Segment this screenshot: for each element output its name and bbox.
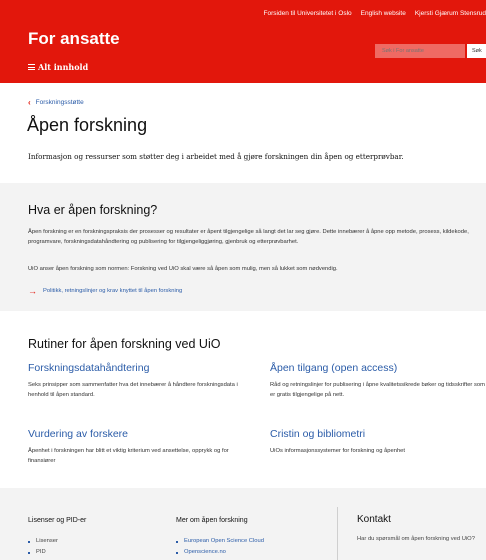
section-paragraph: Åpen forskning er en forskningspraksis d… [28,229,469,245]
list-item[interactable]: Openscience.no [176,547,264,558]
list-item[interactable]: European Open Science Cloud [176,536,264,547]
section-heading-routines: Rutiner for åpen forskning ved UiO [28,337,221,351]
search-button[interactable]: Søk [467,44,486,58]
page-intro: Informasjon og ressurser som støtter deg… [28,152,404,161]
hamburger-icon [28,64,35,71]
bullet-icon [28,540,30,543]
footer-col-heading: Mer om åpen forskning [176,517,248,524]
breadcrumb-link[interactable]: Forskningsstøtte [36,99,84,106]
policy-link[interactable]: → Politikk, retningslinjer og krav knytt… [28,286,182,296]
card-title-link[interactable]: Forskningsdatahåndtering [28,362,248,374]
card-title-link[interactable]: Vurdering av forskere [28,428,248,440]
user-menu[interactable]: Kjersti Gjærum Stensrud [415,10,486,17]
section-heading: Hva er åpen forskning? [28,203,158,217]
top-link-english[interactable]: English website [361,10,406,17]
bullet-icon [176,551,178,554]
site-title[interactable]: For ansatte [28,29,120,49]
breadcrumb[interactable]: ‹ Forskningsstøtte [28,98,84,107]
footer-col-heading: Lisenser og PID-er [28,517,87,524]
policy-link-label: Politikk, retningslinjer og krav knyttet… [43,288,183,294]
card-cristin-bibliometrics: Cristin og bibliometri UiOs informasjons… [270,428,486,457]
footer-col-more: Mer om åpen forskning European Open Scie… [176,517,264,558]
contact-text: Har du spørsmål om åpen forskning ved Ui… [357,536,475,542]
search-input[interactable] [375,44,465,58]
footer-col-licenses: Lisenser og PID-er Lisenser PID [28,517,86,558]
page-title: Åpen forskning [27,115,148,135]
card-text: Åpenhet i forskningen har blitt et vikti… [28,448,229,464]
bullet-icon [176,540,178,543]
card-title-link[interactable]: Cristin og bibliometri [270,428,486,440]
footer-divider [337,507,338,560]
card-research-data: Forskningsdatahåndtering Seks prinsipper… [28,362,248,400]
list-item[interactable]: PID [28,547,86,558]
top-link-uio-frontpage[interactable]: Forsiden til Universitetet i Oslo [264,10,352,17]
card-text: UiOs informasjonssystemer for forskning … [270,448,405,454]
bullet-icon [28,551,30,554]
card-open-access: Åpen tilgang (open access) Råd og retnin… [270,362,486,400]
arrow-right-icon: → [28,286,37,296]
site-header: Forsiden til Universitetet i Oslo Englis… [0,0,486,83]
list-item[interactable]: Lisenser [28,536,86,547]
card-text: Råd og retningslinjer for publisering i … [270,382,485,398]
card-title-link[interactable]: Åpen tilgang (open access) [270,362,486,374]
card-text: Seks prinsipper som sammenfatter hva det… [28,382,238,398]
all-content-menu-button[interactable]: Alt innhold [28,62,88,72]
top-links: Forsiden til Universitetet i Oslo Englis… [264,10,486,17]
chevron-left-icon: ‹ [28,98,31,107]
menu-label: Alt innhold [38,62,89,72]
contact-heading: Kontakt [357,514,391,525]
card-researcher-assessment: Vurdering av forskere Åpenhet i forsknin… [28,428,248,466]
section-paragraph-2: UiO anser åpen forskning som normen: For… [28,266,338,272]
